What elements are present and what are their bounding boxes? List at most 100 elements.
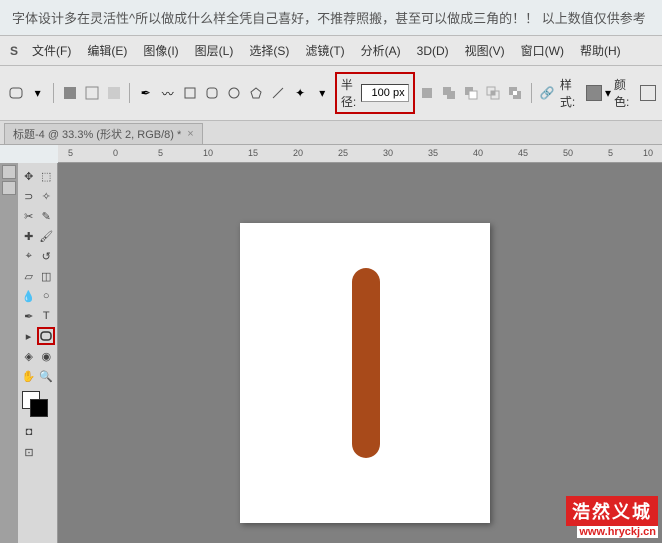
move-tool-icon[interactable]: ✥ [20, 167, 38, 185]
pen-tool-icon[interactable]: ✒ [20, 307, 38, 325]
menu-filter[interactable]: 滤镜(T) [299, 40, 350, 61]
menu-window[interactable]: 窗口(W) [515, 40, 570, 61]
style-swatch[interactable] [586, 85, 602, 101]
radius-highlight: 半径: [335, 72, 415, 114]
3d-camera-icon[interactable]: ◉ [38, 347, 56, 365]
menu-edit[interactable]: 编辑(E) [81, 40, 133, 61]
dodge-tool-icon[interactable]: ○ [38, 287, 56, 305]
pen-icon[interactable]: ✒ [136, 82, 155, 104]
crop-tool-icon[interactable]: ✂ [20, 207, 38, 225]
tutorial-note: 字体设计多在灵活性^所以做成什么样全凭自己喜好，不推荐照搬，甚至可以做成三角的！… [0, 0, 662, 35]
separator [129, 83, 130, 103]
document-tabs: 标题-4 @ 33.3% (形状 2, RGB/8) * × [0, 121, 662, 145]
ruler-tick: 50 [563, 148, 573, 158]
combine-add-icon[interactable] [440, 82, 459, 104]
marquee-tool-icon[interactable]: ⬚ [38, 167, 56, 185]
options-bar: ▾ ✒ 〰 ✦ ▾ 半径: 🔗 样式: ▾ 颜色: [0, 66, 662, 121]
horizontal-ruler: 5 0 5 10 15 20 25 30 35 40 45 50 5 10 [58, 145, 662, 163]
combine-subtract-icon[interactable] [462, 82, 481, 104]
menu-analysis[interactable]: 分析(A) [355, 40, 407, 61]
freeform-pen-icon[interactable]: 〰 [158, 82, 177, 104]
document-tab[interactable]: 标题-4 @ 33.3% (形状 2, RGB/8) * × [4, 123, 203, 144]
watermark-url: www.hryckj.cn [577, 526, 658, 538]
screenmode-icon[interactable]: ⊡ [20, 443, 38, 461]
mode-fill-icon[interactable] [104, 82, 123, 104]
color-swatches[interactable] [20, 391, 55, 421]
toolbox: ✥⬚ ⊃✧ ✂✎ ✚🖌 ⌖↺ ▱◫ 💧○ ✒T ▸ ◈◉ ✋🔍 ◘ ⊡ [18, 163, 58, 543]
ruler-tick: 5 [608, 148, 613, 158]
gradient-tool-icon[interactable]: ◫ [38, 267, 56, 285]
ruler-tick: 20 [293, 148, 303, 158]
path-select-icon[interactable]: ▸ [20, 327, 37, 345]
3d-tool-icon[interactable]: ◈ [20, 347, 38, 365]
eyedropper-tool-icon[interactable]: ✎ [38, 207, 56, 225]
canvas-viewport[interactable] [58, 163, 662, 543]
menu-view[interactable]: 视图(V) [459, 40, 511, 61]
ruler-tick: 5 [68, 148, 73, 158]
ruler-tick: 15 [248, 148, 258, 158]
line-shape-icon[interactable] [269, 82, 288, 104]
work-area: ✥⬚ ⊃✧ ✂✎ ✚🖌 ⌖↺ ▱◫ 💧○ ✒T ▸ ◈◉ ✋🔍 ◘ ⊡ [0, 163, 662, 543]
tab-title: 标题-4 @ 33.3% (形状 2, RGB/8) * [13, 126, 181, 142]
polygon-shape-icon[interactable] [247, 82, 266, 104]
ruler-tick: 40 [473, 148, 483, 158]
menu-bar: S 文件(F) 编辑(E) 图像(I) 图层(L) 选择(S) 滤镜(T) 分析… [0, 35, 662, 66]
separator [531, 83, 532, 103]
watermark-text: 浩然义城 [566, 496, 658, 526]
dropdown-icon[interactable]: ▾ [28, 82, 47, 104]
menu-image[interactable]: 图像(I) [137, 40, 184, 61]
heal-tool-icon[interactable]: ✚ [20, 227, 38, 245]
menu-help[interactable]: 帮助(H) [574, 40, 627, 61]
combine-new-icon[interactable] [418, 82, 437, 104]
ruler-tick: 0 [113, 148, 118, 158]
ruler-tick: 45 [518, 148, 528, 158]
ruler-tick: 30 [383, 148, 393, 158]
close-icon[interactable]: × [187, 128, 193, 140]
eraser-tool-icon[interactable]: ▱ [20, 267, 38, 285]
menu-file[interactable]: 文件(F) [26, 40, 77, 61]
lasso-tool-icon[interactable]: ⊃ [20, 187, 38, 205]
document-canvas[interactable] [240, 223, 490, 523]
ruler-tick: 10 [203, 148, 213, 158]
radius-input[interactable] [361, 84, 409, 102]
blur-tool-icon[interactable]: 💧 [20, 287, 38, 305]
ruler-tick: 35 [428, 148, 438, 158]
dock-icon[interactable] [2, 165, 16, 179]
dock-icon[interactable] [2, 181, 16, 195]
color-swatch[interactable] [640, 85, 656, 101]
radius-label: 半径: [341, 76, 357, 110]
link-icon[interactable]: 🔗 [538, 82, 557, 104]
menu-select[interactable]: 选择(S) [243, 40, 295, 61]
style-dropdown-icon[interactable]: ▾ [605, 86, 611, 100]
shape-options-icon[interactable]: ▾ [313, 82, 332, 104]
type-tool-icon[interactable]: T [38, 307, 56, 325]
dock-strip [0, 163, 18, 543]
watermark: 浩然义城 www.hryckj.cn [566, 496, 658, 538]
ruler-tick: 10 [643, 148, 653, 158]
zoom-tool-icon[interactable]: 🔍 [38, 367, 56, 385]
menu-3d[interactable]: 3D(D) [411, 42, 455, 60]
style-label: 样式: [560, 76, 583, 110]
quickmask-icon[interactable]: ◘ [20, 423, 38, 441]
ruler-tick: 5 [158, 148, 163, 158]
separator [53, 83, 54, 103]
rounded-rect-shape[interactable] [352, 268, 380, 458]
history-brush-icon[interactable]: ↺ [38, 247, 56, 265]
combine-intersect-icon[interactable] [484, 82, 503, 104]
custom-shape-icon[interactable]: ✦ [291, 82, 310, 104]
mode-path-icon[interactable] [82, 82, 101, 104]
brush-tool-icon[interactable]: 🖌 [38, 227, 56, 245]
combine-exclude-icon[interactable] [506, 82, 525, 104]
rounded-rect-tool-icon[interactable] [37, 327, 55, 345]
color-label: 颜色: [614, 76, 637, 110]
wand-tool-icon[interactable]: ✧ [38, 187, 56, 205]
rect-shape-icon[interactable] [180, 82, 199, 104]
rounded-rect-shape-icon[interactable] [202, 82, 221, 104]
menu-layer[interactable]: 图层(L) [189, 40, 240, 61]
background-swatch[interactable] [30, 399, 48, 417]
mode-shape-icon[interactable] [60, 82, 79, 104]
hand-tool-icon[interactable]: ✋ [20, 367, 38, 385]
stamp-tool-icon[interactable]: ⌖ [20, 247, 38, 265]
rounded-rect-tool-icon[interactable] [6, 82, 25, 104]
ellipse-shape-icon[interactable] [224, 82, 243, 104]
